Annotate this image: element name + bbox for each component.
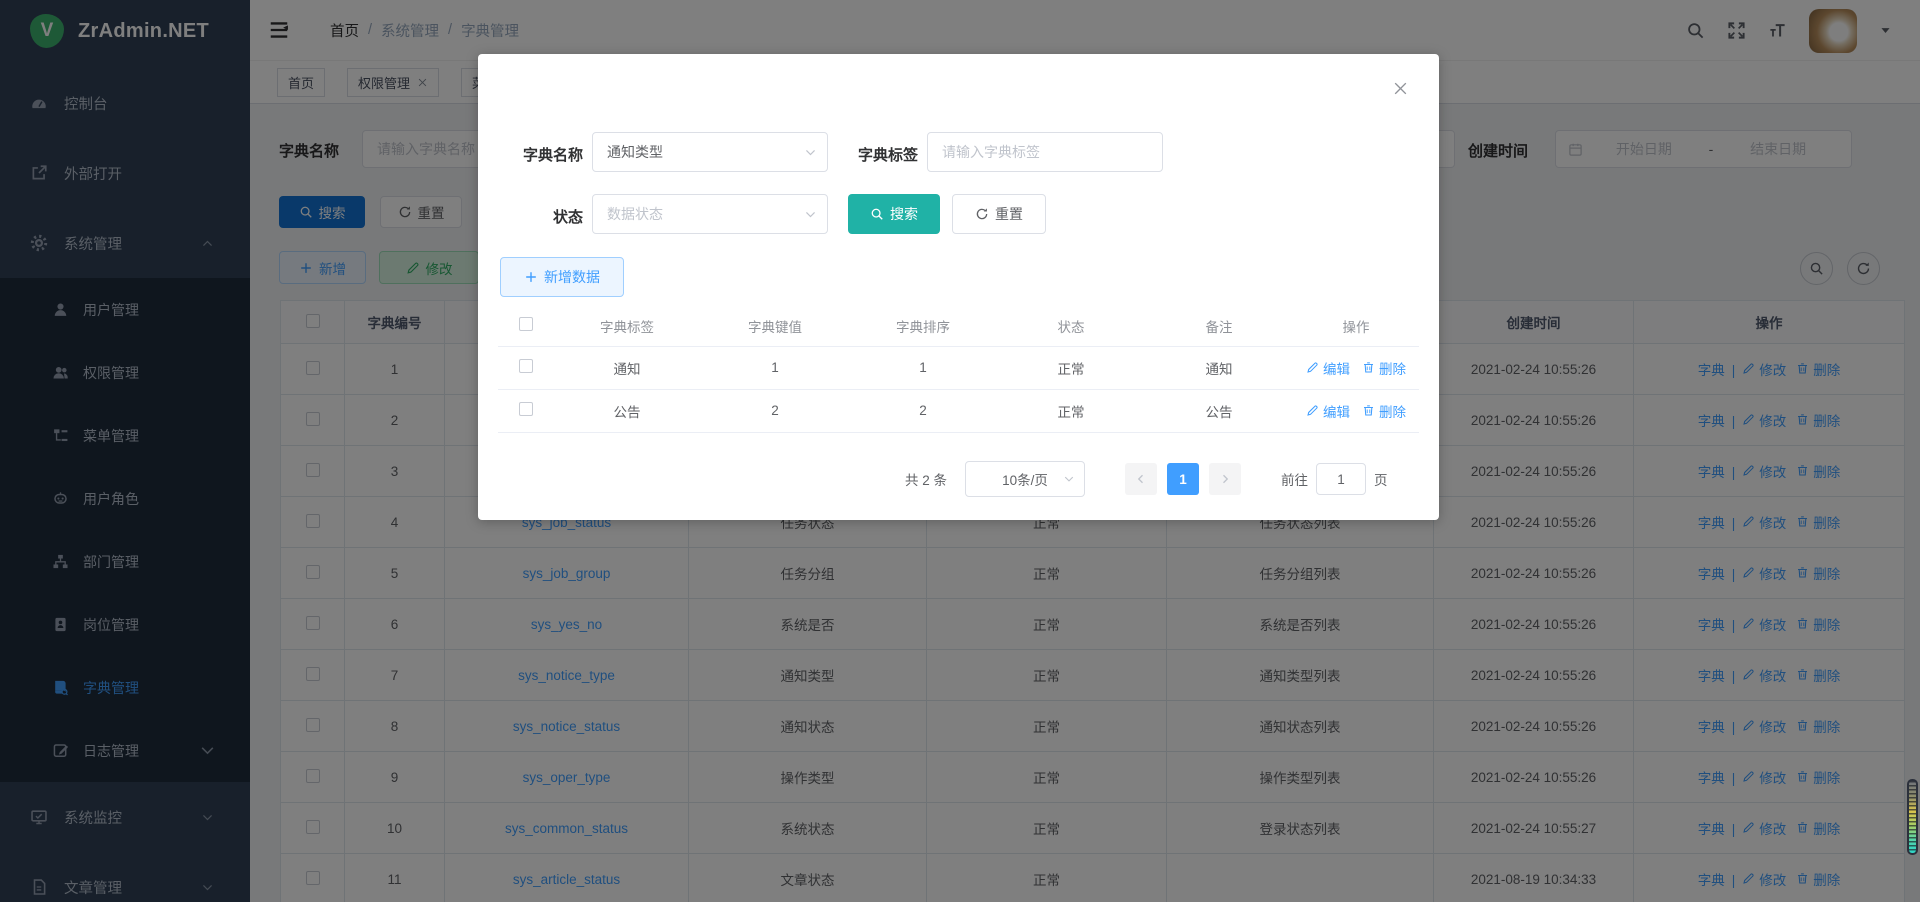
current-page-button[interactable]: 1 (1167, 463, 1199, 495)
modal-row-checkbox[interactable] (519, 359, 533, 373)
modal-dict-label-label: 字典标签 (840, 144, 918, 165)
cell-status: 正常 (997, 346, 1145, 389)
cell-dict-label: 通知 (553, 346, 701, 389)
cell-dict-value: 2 (701, 389, 849, 432)
arrow-right-icon (1219, 473, 1231, 485)
edit-icon (1306, 361, 1319, 374)
jump-prefix: 前往 (1281, 469, 1308, 489)
modal-status-placeholder: 数据状态 (607, 204, 663, 224)
modal-dict-name-value: 通知类型 (607, 142, 663, 162)
prev-page-button[interactable] (1125, 463, 1157, 495)
close-icon[interactable] (1392, 80, 1409, 97)
modal-search-button-label: 搜索 (890, 204, 918, 224)
modal-add-data-label: 新增数据 (544, 267, 600, 287)
app-root: V ZrAdmin.NET 控制台外部打开系统管理用户管理权限管理菜单管理用户角… (0, 0, 1920, 902)
modal-select-all-checkbox[interactable] (519, 317, 533, 331)
scrollbar-thumb[interactable] (1907, 779, 1918, 855)
plus-icon (524, 270, 538, 284)
arrow-left-icon (1135, 473, 1147, 485)
modal-delete-link[interactable]: 删除 (1362, 401, 1406, 421)
chevron-down-icon (804, 146, 817, 159)
cell-remark: 公告 (1145, 389, 1293, 432)
modal-search-button[interactable]: 搜索 (848, 194, 940, 234)
cell-dict-label: 公告 (553, 389, 701, 432)
modal-reset-button[interactable]: 重置 (952, 194, 1046, 234)
modal-status-label: 状态 (505, 206, 583, 227)
cell-status: 正常 (997, 389, 1145, 432)
scrollbar-stripes (1909, 781, 1916, 853)
modal-status-select[interactable]: 数据状态 (592, 194, 828, 234)
modal-column-header: 字典标签 (553, 306, 701, 346)
refresh-icon (975, 207, 989, 221)
chevron-down-icon (1063, 473, 1075, 485)
trash-icon (1362, 361, 1375, 374)
trash-icon (1362, 404, 1375, 417)
search-icon (870, 207, 884, 221)
modal-table-row: 通知11正常通知编辑删除 (498, 346, 1419, 389)
chevron-down-icon (804, 208, 817, 221)
modal-add-data-button[interactable]: 新增数据 (500, 257, 624, 297)
cell-dict-sort: 2 (849, 389, 997, 432)
modal-column-header: 字典排序 (849, 306, 997, 346)
modal-column-header: 操作 (1293, 306, 1419, 346)
next-page-button[interactable] (1209, 463, 1241, 495)
cell-dict-sort: 1 (849, 346, 997, 389)
modal-delete-link[interactable]: 删除 (1362, 358, 1406, 378)
cell-dict-value: 1 (701, 346, 849, 389)
modal-column-header: 字典键值 (701, 306, 849, 346)
modal-table-row: 公告22正常公告编辑删除 (498, 389, 1419, 432)
modal-edit-link[interactable]: 编辑 (1306, 358, 1350, 378)
modal-column-header: 备注 (1145, 306, 1293, 346)
pagination: 共 2 条 10条/页 1 前往 页 (905, 461, 1388, 497)
jump-suffix: 页 (1374, 469, 1388, 489)
modal-dict-label-input[interactable] (927, 132, 1163, 172)
cell-remark: 通知 (1145, 346, 1293, 389)
modal-dict-name-select[interactable]: 通知类型 (592, 132, 828, 172)
edit-icon (1306, 404, 1319, 417)
modal-column-header (498, 306, 553, 346)
page-size-select[interactable]: 10条/页 (965, 461, 1085, 497)
dict-data-modal: 字典名称 通知类型 字典标签 状态 数据状态 搜索 重置 新增数据 字典标签字典… (478, 54, 1439, 520)
jump-page-input[interactable] (1316, 463, 1366, 495)
dict-data-table: 字典标签字典键值字典排序状态备注操作 通知11正常通知编辑删除公告22正常公告编… (498, 306, 1419, 433)
modal-edit-link[interactable]: 编辑 (1306, 401, 1350, 421)
modal-row-checkbox[interactable] (519, 402, 533, 416)
modal-column-header: 状态 (997, 306, 1145, 346)
pagination-total: 共 2 条 (905, 469, 947, 489)
page-size-value: 10条/页 (1002, 469, 1048, 489)
modal-reset-button-label: 重置 (995, 204, 1023, 224)
modal-dict-name-label: 字典名称 (505, 144, 583, 165)
